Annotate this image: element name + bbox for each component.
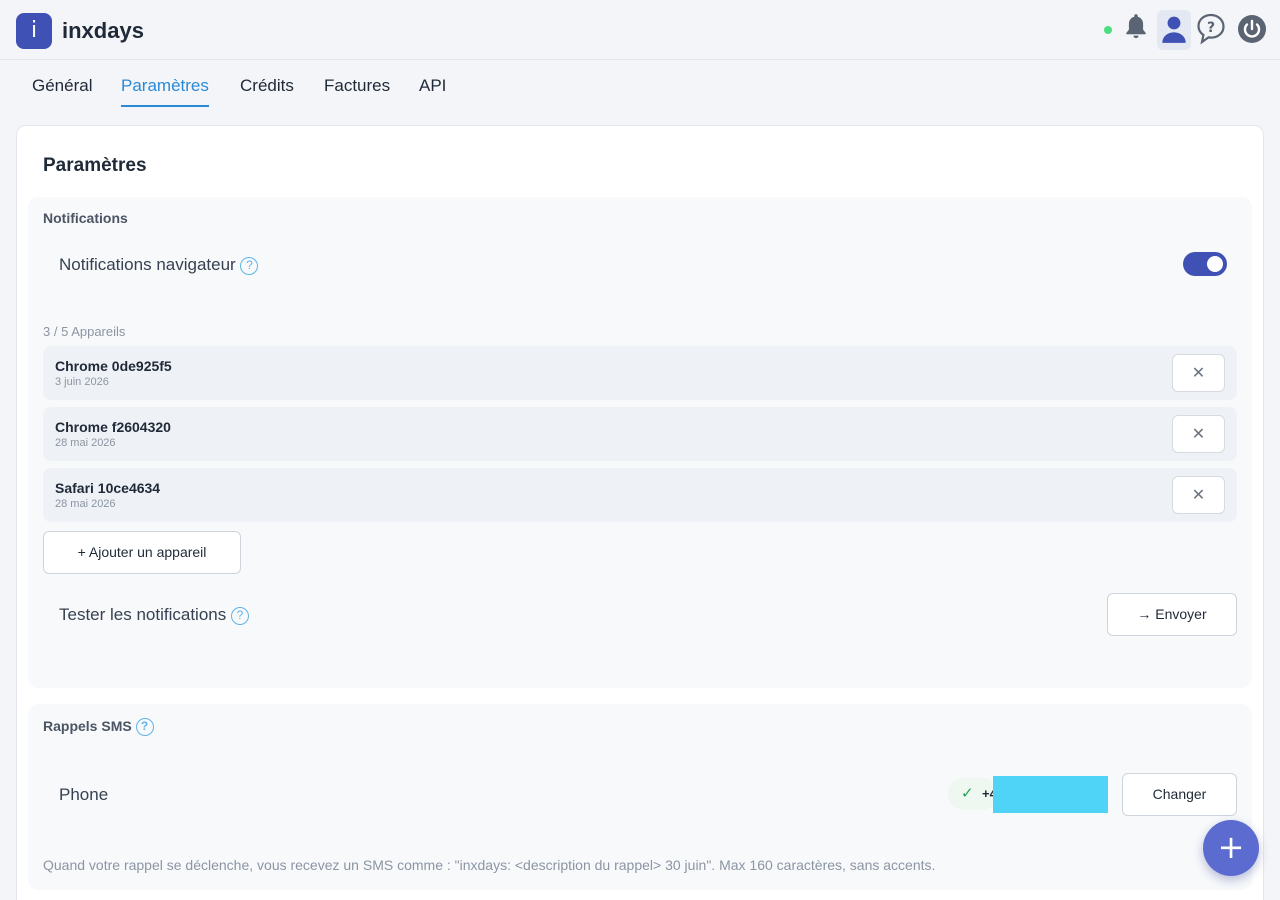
close-icon: ✕ [1191, 485, 1206, 504]
svg-text:?: ? [1207, 20, 1215, 36]
top-bar: i inxdays ? [0, 0, 1280, 60]
test-notifications-row: Tester les notifications ? [59, 605, 249, 625]
help-button[interactable]: ? [1195, 12, 1227, 48]
app-logo[interactable]: i [16, 13, 52, 49]
tab-factures[interactable]: Factures [324, 76, 390, 96]
tab-credits[interactable]: Crédits [240, 76, 294, 96]
close-icon: ✕ [1191, 424, 1206, 443]
check-icon: ✓ [961, 784, 974, 802]
sms-section-header: Rappels SMS ? [43, 718, 154, 737]
device-name: Chrome f2604320 [55, 419, 171, 435]
send-test-button[interactable]: → Envoyer [1107, 593, 1237, 636]
power-icon [1238, 15, 1266, 43]
add-fab-button[interactable]: + [1203, 820, 1259, 876]
test-notifications-label: Tester les notifications [59, 605, 227, 624]
status-indicator [1104, 26, 1112, 34]
device-date: 28 mai 2026 [55, 437, 116, 449]
browser-notifications-row: Notifications navigateur ? [59, 255, 259, 275]
redacted-phone-number [993, 776, 1108, 813]
change-phone-button[interactable]: Changer [1122, 773, 1237, 816]
phone-verified-badge: ✓ +4 [948, 778, 998, 810]
device-date: 3 juin 2026 [55, 376, 109, 388]
device-date: 28 mai 2026 [55, 498, 116, 510]
help-icon[interactable]: ? [135, 718, 154, 737]
tab-parametres[interactable]: Paramètres [121, 76, 209, 96]
help-icon[interactable]: ? [230, 606, 249, 625]
tab-api[interactable]: API [419, 76, 446, 96]
devices-count: 3 / 5 Appareils [43, 324, 126, 339]
add-device-button[interactable]: + Ajouter un appareil [43, 531, 241, 574]
bell-icon [1126, 14, 1146, 39]
remove-device-button[interactable]: ✕ [1172, 476, 1225, 514]
device-row: Chrome 0de925f5 3 juin 2026 ✕ [43, 346, 1237, 400]
notifications-button[interactable] [1120, 12, 1152, 48]
device-row: Chrome f2604320 28 mai 2026 ✕ [43, 407, 1237, 461]
profile-button[interactable] [1157, 10, 1191, 50]
help-bubble-icon: ? [1197, 13, 1225, 45]
device-row: Safari 10ce4634 28 mai 2026 ✕ [43, 468, 1237, 522]
remove-device-button[interactable]: ✕ [1172, 354, 1225, 392]
logout-button[interactable] [1236, 12, 1268, 48]
notifications-section-label: Notifications [43, 210, 128, 226]
sms-section-label: Rappels SMS [43, 718, 132, 734]
close-icon: ✕ [1191, 363, 1206, 382]
user-icon [1162, 16, 1186, 43]
active-tab-indicator [121, 105, 209, 107]
sms-footnote: Quand votre rappel se déclenche, vous re… [43, 857, 936, 873]
remove-device-button[interactable]: ✕ [1172, 415, 1225, 453]
device-name: Chrome 0de925f5 [55, 358, 172, 374]
device-name: Safari 10ce4634 [55, 480, 161, 496]
plus-icon: + [1217, 828, 1245, 866]
browser-notifications-label: Notifications navigateur [59, 255, 236, 274]
tab-general[interactable]: Général [32, 76, 92, 96]
toggle-knob [1207, 256, 1223, 272]
page-title: Paramètres [43, 155, 147, 176]
phone-label: Phone [59, 785, 109, 804]
browser-notifications-toggle[interactable] [1183, 252, 1227, 276]
help-icon[interactable]: ? [240, 256, 259, 275]
app-name[interactable]: inxdays [62, 18, 144, 44]
